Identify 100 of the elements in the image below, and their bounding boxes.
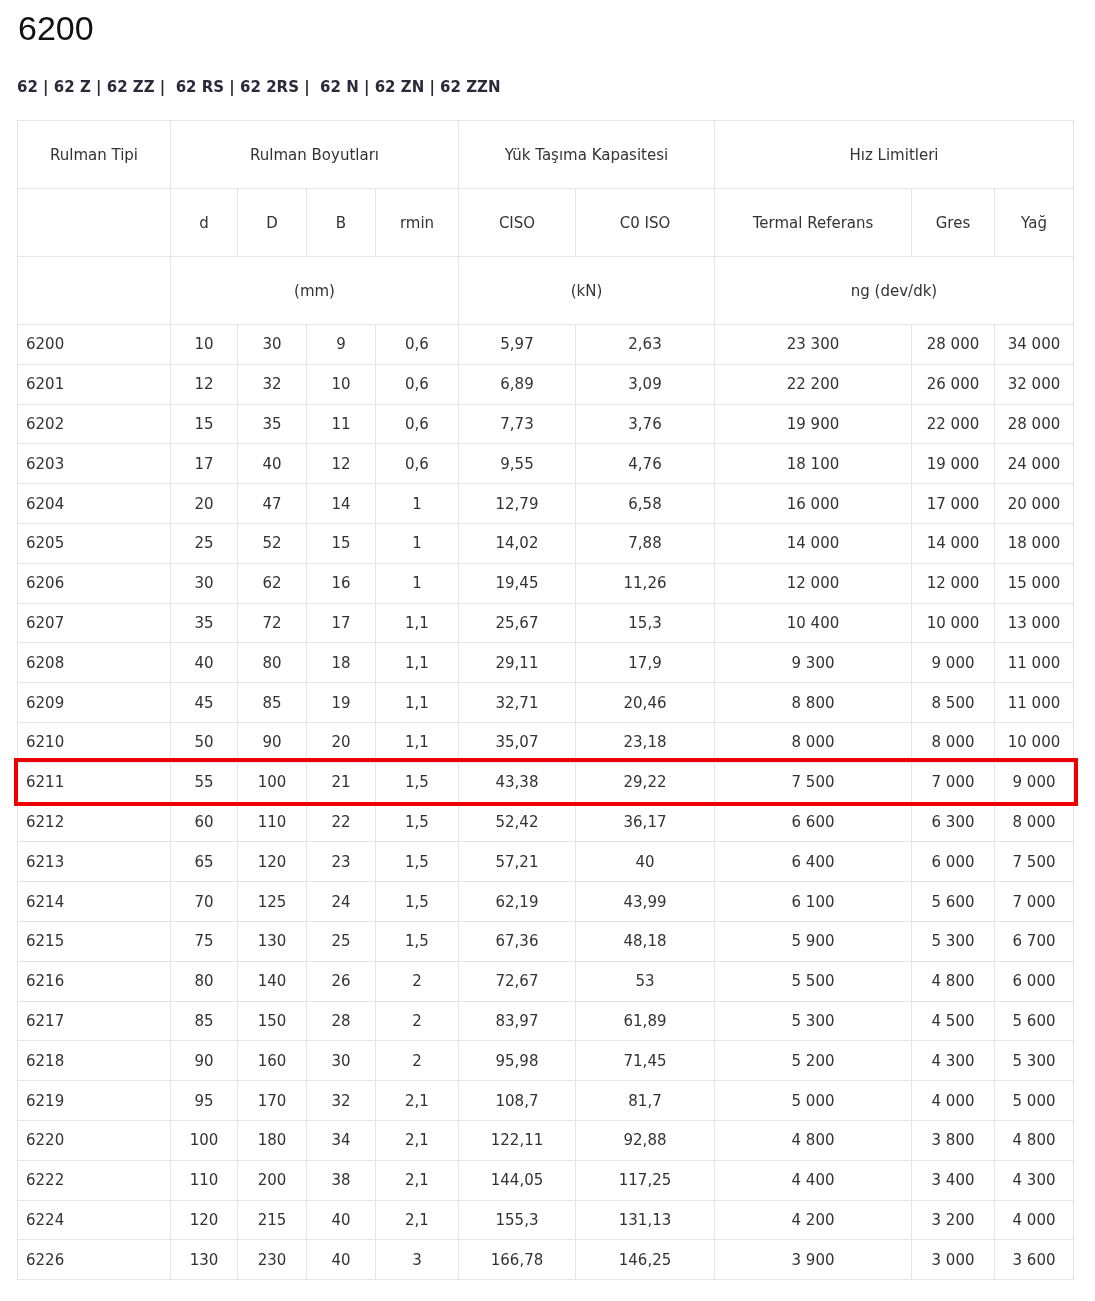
table-cell: 19 900 — [714, 404, 912, 444]
column-header: D — [237, 188, 307, 257]
table-cell: 25,67 — [458, 603, 576, 643]
column-header: Rulman Tipi — [17, 120, 171, 189]
table-cell: 1,5 — [375, 921, 459, 962]
column-header: B — [306, 188, 376, 257]
table-cell: 32 000 — [994, 364, 1074, 405]
column-header: C0 ISO — [575, 188, 715, 257]
table-cell: 22 000 — [911, 404, 995, 444]
table-cell: 40 — [237, 443, 307, 484]
table-cell: 40 — [306, 1200, 376, 1240]
table-cell: 200 — [237, 1160, 307, 1201]
table-cell: 34 000 — [994, 324, 1074, 365]
table-cell: 215 — [237, 1200, 307, 1240]
table-cell: 17,9 — [575, 642, 715, 683]
table-cell: 29,11 — [458, 642, 576, 683]
table-cell: 23,18 — [575, 722, 715, 763]
table-cell: 14 — [306, 483, 376, 524]
table-cell: 19 000 — [911, 443, 995, 484]
table-cell: 85 — [237, 682, 307, 723]
table-cell: 20 — [170, 483, 238, 524]
table-cell: 6209 — [17, 682, 171, 723]
table-cell: 95 — [170, 1080, 238, 1121]
table-cell: 6200 — [17, 324, 171, 365]
table-cell: 11 000 — [994, 642, 1074, 683]
table-cell: 8 000 — [714, 722, 912, 763]
table-cell: 4 000 — [994, 1200, 1074, 1240]
table-cell: 26 — [306, 961, 376, 1002]
table-cell: 11,26 — [575, 563, 715, 604]
table-cell: 10 000 — [911, 603, 995, 643]
table-cell: 10 — [170, 324, 238, 365]
table-cell: 4 800 — [911, 961, 995, 1002]
table-cell: 5 200 — [714, 1040, 912, 1081]
table-cell: 30 — [237, 324, 307, 365]
table-cell: 18 — [306, 642, 376, 683]
table-cell: 67,36 — [458, 921, 576, 962]
table-cell: 5 300 — [911, 921, 995, 962]
column-header: CISO — [458, 188, 576, 257]
table-cell: 40 — [306, 1239, 376, 1280]
table-cell: 1 — [375, 523, 459, 564]
table-cell: 2 — [375, 1001, 459, 1041]
table-cell: 5 500 — [714, 961, 912, 1002]
table-cell: 155,3 — [458, 1200, 576, 1240]
table-cell: 0,6 — [375, 364, 459, 405]
table-cell: 20 000 — [994, 483, 1074, 524]
table-cell: 1,1 — [375, 642, 459, 683]
table-cell: 3 800 — [911, 1120, 995, 1161]
table-cell: 2,1 — [375, 1200, 459, 1240]
table-cell: 7 500 — [994, 841, 1074, 882]
column-header: Yük Taşıma Kapasitesi — [458, 120, 715, 189]
table-cell: 11 000 — [994, 682, 1074, 723]
table-cell: 72 — [237, 603, 307, 643]
table-cell: 5 000 — [714, 1080, 912, 1121]
table-cell: 4 800 — [714, 1120, 912, 1161]
table-cell: 130 — [170, 1239, 238, 1280]
table-cell: 32 — [237, 364, 307, 405]
table-cell: 130 — [237, 921, 307, 962]
table-cell: 13 000 — [994, 603, 1074, 643]
table-cell: 12 — [306, 443, 376, 484]
table-cell: 0,6 — [375, 324, 459, 365]
table-cell: 122,11 — [458, 1120, 576, 1161]
table-cell: 16 — [306, 563, 376, 604]
table-cell: 50 — [170, 722, 238, 763]
table-cell: 6,89 — [458, 364, 576, 405]
table-cell: 160 — [237, 1040, 307, 1081]
table-cell: 12,79 — [458, 483, 576, 524]
table-cell: 15,3 — [575, 603, 715, 643]
table-cell: 2,63 — [575, 324, 715, 365]
table-cell: 6215 — [17, 921, 171, 962]
unit-label: ng (dev/dk) — [714, 256, 1074, 325]
table-cell: 23 300 — [714, 324, 912, 365]
column-header: d — [170, 188, 238, 257]
table-cell: 6214 — [17, 881, 171, 922]
table-cell: 30 — [170, 563, 238, 604]
table-cell: 6210 — [17, 722, 171, 763]
column-header: rmin — [375, 188, 459, 257]
table-cell: 120 — [237, 841, 307, 882]
table-cell: 48,18 — [575, 921, 715, 962]
table-cell: 62,19 — [458, 881, 576, 922]
table-cell: 61,89 — [575, 1001, 715, 1041]
table-cell: 28 — [306, 1001, 376, 1041]
table-cell: 6213 — [17, 841, 171, 882]
table-cell: 6216 — [17, 961, 171, 1002]
table-cell: 1,5 — [375, 881, 459, 922]
table-cell: 3 000 — [911, 1239, 995, 1280]
table-cell: 7 000 — [994, 881, 1074, 922]
table-cell: 100 — [170, 1120, 238, 1161]
table-cell: 1,1 — [375, 722, 459, 763]
table-cell: 22 200 — [714, 364, 912, 405]
column-header: Hız Limitleri — [714, 120, 1074, 189]
table-cell: 9,55 — [458, 443, 576, 484]
table-cell: 16 000 — [714, 483, 912, 524]
table-cell: 15 — [306, 523, 376, 564]
table-cell: 6 000 — [911, 841, 995, 882]
table-cell: 6201 — [17, 364, 171, 405]
table-cell: 25 — [306, 921, 376, 962]
table-cell: 108,7 — [458, 1080, 576, 1121]
table-cell: 6226 — [17, 1239, 171, 1280]
table-cell: 30 — [306, 1040, 376, 1081]
table-cell: 11 — [306, 404, 376, 444]
